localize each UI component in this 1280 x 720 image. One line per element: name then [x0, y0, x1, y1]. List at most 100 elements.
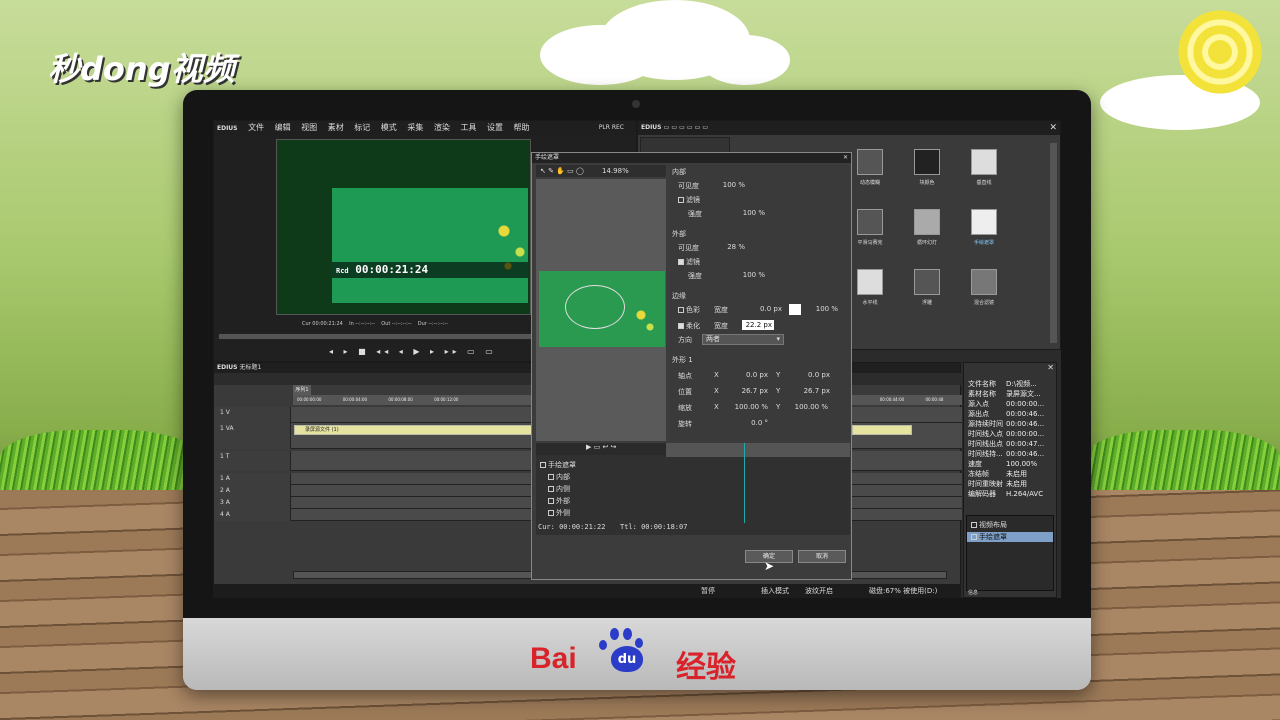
edge-soft-checkbox[interactable]: 柔化: [678, 321, 700, 331]
menu-edit[interactable]: 编辑: [275, 123, 291, 132]
list-item[interactable]: 内部: [548, 472, 570, 482]
effect-label: 垂直线: [976, 180, 992, 186]
menu-render[interactable]: 渲染: [434, 123, 450, 132]
total-time: Ttl: 00:00:18:07: [620, 523, 688, 531]
axis-y-value[interactable]: 0.0 px: [792, 371, 830, 379]
table-row: 时间线入点 00:00:00...: [968, 430, 1045, 438]
status-insert: 插入模式: [761, 587, 789, 595]
dialog-title: 手绘遮罩: [535, 154, 560, 161]
menu-file[interactable]: 文件: [248, 123, 264, 132]
section-outer: 外部: [672, 230, 686, 238]
pos-y-value[interactable]: 26.7 px: [792, 387, 830, 395]
chevron-down-icon: ▾: [776, 335, 780, 343]
list-item[interactable]: 手绘遮罩: [967, 532, 1053, 542]
menu-clip[interactable]: 素材: [328, 123, 344, 132]
axis-x-label: X: [714, 371, 719, 379]
list-item[interactable]: 内侧: [548, 484, 570, 494]
outer-visibility-label: 可见度: [678, 244, 699, 252]
inner-visibility-value[interactable]: 100 %: [710, 181, 745, 189]
info-tab[interactable]: 信息: [968, 589, 978, 596]
playhead[interactable]: [744, 443, 745, 523]
menu-marker[interactable]: 标记: [354, 123, 370, 132]
info-list: 视频布局 手绘遮罩: [966, 515, 1054, 591]
soft-width-input[interactable]: 22.2 px: [742, 320, 774, 330]
table-row: 源入点 00:00:00...: [968, 400, 1045, 408]
pos-x-value[interactable]: 26.7 px: [730, 387, 768, 395]
scale-x-value[interactable]: 100.00 %: [724, 403, 768, 411]
outer-strength-value[interactable]: 100 %: [730, 271, 765, 279]
effects-toolbar: EDIUS ▭ ▭ ▭ ▭ ▭ ▭: [638, 121, 1060, 135]
outer-visibility-value[interactable]: 28 %: [710, 243, 745, 251]
track-header: 1 V: [214, 407, 291, 423]
mask-canvas[interactable]: [536, 179, 666, 441]
table-row: 时间重映射 未启用: [968, 480, 1027, 488]
table-row: 时间线持... 00:00:46...: [968, 450, 1045, 458]
table-row: 源持续时间 00:00:46...: [968, 420, 1045, 428]
mask-toolbar[interactable]: ↖ ✎ ✋ ▭ ◯ 14.98%: [536, 165, 666, 177]
effect-horizontal-lines[interactable]: [857, 269, 883, 295]
direction-label: 方向: [678, 336, 692, 344]
effect-loop-slide[interactable]: [914, 209, 940, 235]
axis-x-value[interactable]: 0.0 px: [730, 371, 768, 379]
list-item[interactable]: 手绘遮罩: [540, 460, 576, 470]
cloud: [700, 35, 790, 85]
effect-mosaic[interactable]: [857, 209, 883, 235]
list-item[interactable]: 外侧: [548, 508, 570, 518]
close-icon[interactable]: ✕: [1049, 123, 1057, 133]
keyframe-ruler[interactable]: [666, 443, 850, 457]
effects-scrollbar[interactable]: [1050, 143, 1057, 343]
mask-shape[interactable]: [565, 285, 625, 329]
menu-tools[interactable]: 工具: [460, 123, 476, 132]
edge-color-swatch[interactable]: [789, 304, 801, 315]
table-row: 素材名称 录屏源文...: [968, 390, 1041, 398]
pos-x-label: X: [714, 387, 719, 395]
outer-filter-checkbox[interactable]: 滤镜: [678, 257, 700, 267]
effect-vertical-lines[interactable]: [971, 149, 997, 175]
keyframe-toolbar[interactable]: ▶ ▭ ↩ ↪: [536, 443, 666, 455]
scale-y-value[interactable]: 100.00 %: [784, 403, 828, 411]
effect-emboss[interactable]: [914, 269, 940, 295]
effect-hand-drawn-mask[interactable]: [971, 209, 997, 235]
project-title: 无标题1: [239, 364, 262, 371]
menu-capture[interactable]: 采集: [407, 123, 423, 132]
camera-icon: [632, 100, 640, 108]
menu-help[interactable]: 帮助: [514, 123, 530, 132]
direction-select[interactable]: 两者 ▾: [702, 334, 784, 345]
transport-controls[interactable]: ◂ ▸ ■ ◂◂ ◂ ▶ ▸ ▸▸ ▭ ▭: [329, 347, 529, 359]
menu-view[interactable]: 视图: [301, 123, 317, 132]
list-item[interactable]: 视频布局: [971, 520, 1007, 530]
baidu-paw: du: [611, 646, 643, 672]
list-item[interactable]: 外部: [548, 496, 570, 506]
sequence-tab[interactable]: 序列1: [293, 385, 311, 395]
close-icon[interactable]: ✕: [1047, 363, 1054, 372]
axis-y-label: Y: [776, 371, 781, 379]
track-header: 1 A: [214, 473, 291, 485]
table-row: 时间线出点 00:00:47...: [968, 440, 1045, 448]
close-icon[interactable]: ✕: [843, 153, 848, 163]
effect-block-color[interactable]: [914, 149, 940, 175]
effect-blend[interactable]: [971, 269, 997, 295]
edge-width-value[interactable]: 0.0 px: [744, 305, 782, 313]
mask-preview-frame[interactable]: [539, 271, 665, 347]
inner-strength-value[interactable]: 100 %: [730, 209, 765, 217]
cancel-button[interactable]: 取消: [798, 550, 846, 563]
effect-motion-blur[interactable]: [857, 149, 883, 175]
inner-filter-checkbox[interactable]: 滤镜: [678, 195, 700, 205]
zoom-value[interactable]: 14.98%: [602, 167, 629, 175]
hand-drawn-mask-dialog: 手绘遮罩 ✕ ↖ ✎ ✋ ▭ ◯ 14.98% 内部 可见度 100 % 滤镜 …: [531, 152, 852, 580]
effect-label: 平滑马赛克: [857, 240, 883, 246]
video-clip[interactable]: 录屏源文件 (1): [294, 425, 534, 435]
edge-opacity-value[interactable]: 100 %: [810, 305, 838, 313]
sun-icon: [1178, 10, 1262, 94]
menu-mode[interactable]: 模式: [381, 123, 397, 132]
rotation-value[interactable]: 0.0 °: [730, 419, 768, 427]
menu-settings[interactable]: 设置: [487, 123, 503, 132]
tc-info: Cur 00:00:21:24 In --:--:--:-- Out --:--…: [302, 321, 448, 327]
track-header: 4 A: [214, 509, 291, 521]
edge-color-checkbox[interactable]: 色彩: [678, 305, 700, 315]
table-row: 源出点 00:00:46...: [968, 410, 1045, 418]
video-clip-end[interactable]: [852, 425, 912, 435]
scale-x-label: X: [714, 403, 719, 411]
watermark-logo: 秒dong视频: [48, 50, 235, 88]
clip-properties-table: 文件名称 D:\视频... 素材名称 录屏源文... 源入点 00:00:00... …: [966, 379, 1048, 499]
